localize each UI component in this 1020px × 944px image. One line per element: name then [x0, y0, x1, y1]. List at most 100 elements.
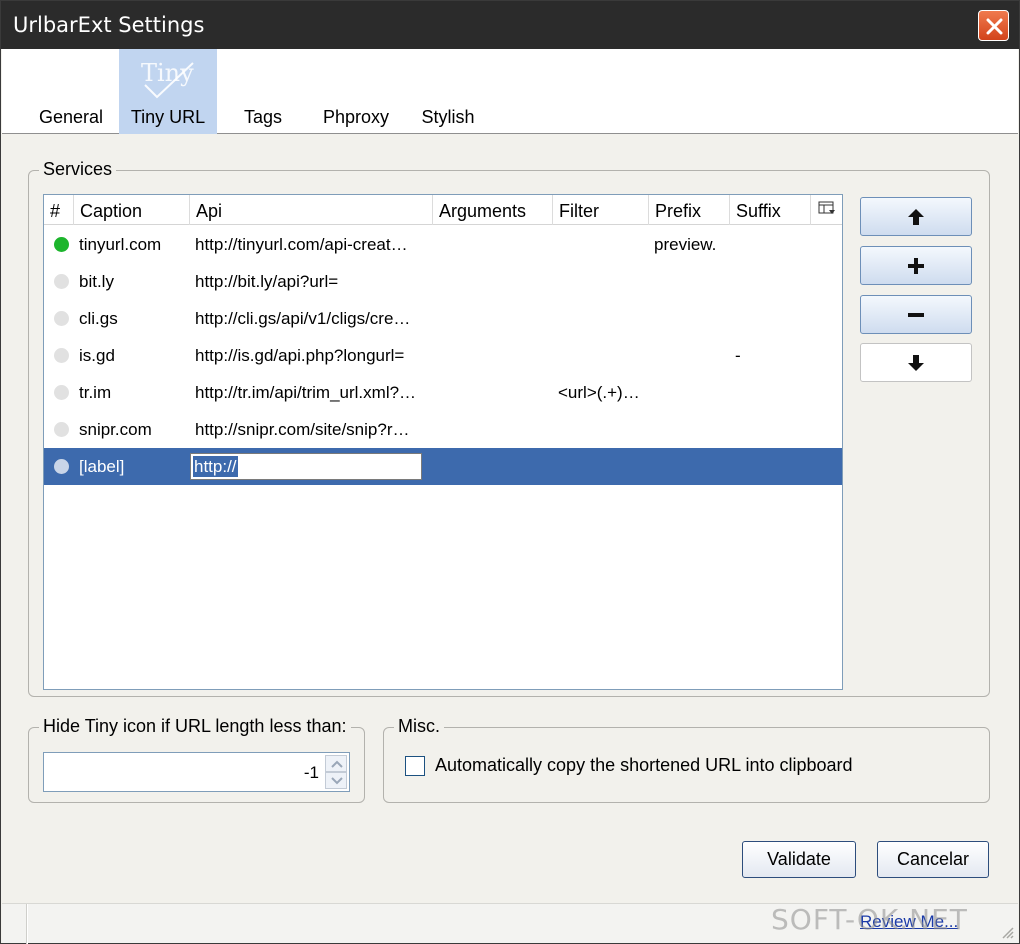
- cell-api: http://is.gd/api.php?longurl=: [195, 346, 405, 365]
- settings-window: UrlbarExt Settings General Tiny Tiny URL…: [0, 0, 1020, 944]
- status-dot: [54, 422, 69, 437]
- close-button[interactable]: [978, 10, 1009, 41]
- services-list[interactable]: # Caption Api Arguments Filter Prefix Su…: [43, 194, 843, 690]
- cell-filter: [553, 226, 649, 263]
- plus-icon: [908, 258, 924, 274]
- table-row[interactable]: bit.ly http://bit.ly/api?url=: [44, 263, 842, 300]
- cell-api: http://tr.im/api/trim_url.xml?…: [195, 383, 417, 402]
- cell-suffix: [730, 300, 811, 337]
- tab-label: Tags: [243, 107, 283, 127]
- status-dot: [54, 348, 69, 363]
- cell-caption: tinyurl.com: [79, 235, 162, 254]
- chevron-up-icon: [331, 760, 343, 768]
- cell-api: http://bit.ly/api?url=: [195, 272, 339, 291]
- cell-arguments: [433, 226, 553, 263]
- remove-button[interactable]: [860, 295, 972, 334]
- cell-prefix: preview.: [654, 235, 717, 254]
- tab-label: Tiny URL: [130, 107, 206, 127]
- add-button[interactable]: [860, 246, 972, 285]
- cell-suffix: [730, 411, 811, 448]
- column-header-arguments[interactable]: Arguments: [433, 195, 553, 225]
- close-icon: [986, 18, 1003, 35]
- table-row[interactable]: is.gd http://is.gd/api.php?longurl= -: [44, 337, 842, 374]
- cell-api: http://tinyurl.com/api-creat…: [195, 235, 408, 254]
- column-header-number[interactable]: #: [44, 195, 74, 225]
- tab-general[interactable]: General: [30, 49, 112, 134]
- cell-filter: [553, 411, 649, 448]
- table-row[interactable]: cli.gs http://cli.gs/api/v1/cligs/cre…: [44, 300, 842, 337]
- misc-legend: Misc.: [394, 716, 444, 737]
- cell-arguments: [433, 411, 553, 448]
- resize-grip-icon[interactable]: [1000, 925, 1014, 939]
- column-header-caption[interactable]: Caption: [74, 195, 190, 225]
- cell-suffix: [730, 374, 811, 411]
- status-dot: [54, 385, 69, 400]
- validate-button[interactable]: Validate: [742, 841, 856, 878]
- status-dot-active: [54, 237, 69, 252]
- chevron-down-icon: [331, 777, 343, 785]
- cell-caption: tr.im: [79, 383, 112, 402]
- status-divider: [26, 904, 28, 944]
- status-dot: [54, 274, 69, 289]
- cell-caption: snipr.com: [79, 420, 152, 439]
- url-length-value: -1: [303, 763, 319, 782]
- tab-toolbar: General Tiny Tiny URL Tags Phproxy Styli…: [2, 49, 1018, 134]
- table-row[interactable]: tr.im http://tr.im/api/trim_url.xml?… <u…: [44, 374, 842, 411]
- tab-stylish[interactable]: Stylish: [412, 49, 484, 134]
- api-edit-value: http://: [193, 456, 238, 477]
- services-legend: Services: [39, 159, 117, 180]
- cell-caption: cli.gs: [79, 309, 118, 328]
- stepper-down-button[interactable]: [325, 772, 347, 789]
- tiny-logo-text: Tiny: [141, 59, 194, 87]
- cell-prefix: [649, 300, 730, 337]
- cell-prefix: [649, 263, 730, 300]
- tab-phproxy[interactable]: Phproxy: [312, 49, 400, 134]
- watermark: SOFT-OK.NET: [771, 903, 968, 936]
- column-header-filter[interactable]: Filter: [553, 195, 649, 225]
- cell-prefix: [649, 411, 730, 448]
- cancel-button[interactable]: Cancelar: [877, 841, 989, 878]
- column-header-prefix[interactable]: Prefix: [649, 195, 730, 225]
- list-header: # Caption Api Arguments Filter Prefix Su…: [44, 195, 842, 225]
- tiny-logo-icon: Tiny: [137, 57, 197, 101]
- cell-caption: is.gd: [79, 346, 115, 365]
- auto-copy-checkbox[interactable]: [405, 756, 425, 776]
- tab-label: Stylish: [421, 107, 475, 127]
- table-row-editing[interactable]: [label] http://: [44, 448, 842, 485]
- stepper-arrows: [325, 755, 347, 789]
- column-header-suffix[interactable]: Suffix: [730, 195, 811, 225]
- cell-arguments: [433, 374, 553, 411]
- table-row[interactable]: tinyurl.com http://tinyurl.com/api-creat…: [44, 226, 842, 263]
- cell-prefix: [649, 337, 730, 374]
- cell-suffix: -: [735, 346, 741, 365]
- cell-suffix: [730, 263, 811, 300]
- arrow-up-icon: [908, 209, 924, 225]
- stepper-up-button[interactable]: [325, 755, 347, 772]
- cell-arguments: [433, 263, 553, 300]
- cell-arguments: [433, 300, 553, 337]
- column-picker-icon[interactable]: [818, 201, 836, 222]
- cell-caption: [label]: [79, 457, 125, 476]
- tab-tags[interactable]: Tags: [230, 49, 296, 134]
- tab-label: Phproxy: [322, 107, 390, 127]
- cell-filter: <url>(.+)…: [558, 383, 640, 402]
- column-header-api[interactable]: Api: [190, 195, 433, 225]
- tab-tiny-url[interactable]: Tiny Tiny URL: [119, 49, 217, 134]
- cell-filter: [553, 337, 649, 374]
- table-row[interactable]: snipr.com http://snipr.com/site/snip?r…: [44, 411, 842, 448]
- minus-icon: [908, 313, 924, 317]
- cell-filter: [553, 300, 649, 337]
- title-bar[interactable]: UrlbarExt Settings: [1, 1, 1019, 49]
- status-dot: [54, 311, 69, 326]
- api-edit-input[interactable]: http://: [190, 453, 422, 480]
- tab-label: General: [38, 107, 104, 127]
- auto-copy-label[interactable]: Automatically copy the shortened URL int…: [435, 755, 853, 776]
- cell-filter: [553, 263, 649, 300]
- cell-arguments: [433, 337, 553, 374]
- cell-caption: bit.ly: [79, 272, 114, 291]
- url-length-stepper[interactable]: -1: [43, 752, 350, 792]
- move-down-button[interactable]: [860, 343, 972, 382]
- cell-prefix: [649, 374, 730, 411]
- cell-api: http://snipr.com/site/snip?r…: [195, 420, 410, 439]
- move-up-button[interactable]: [860, 197, 972, 236]
